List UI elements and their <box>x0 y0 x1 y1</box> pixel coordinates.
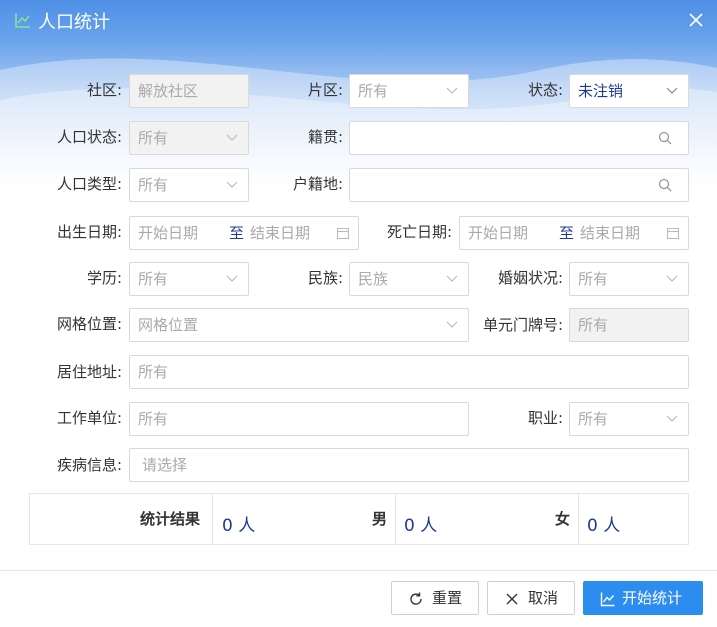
result-female-label: 女 <box>555 510 571 528</box>
unit-number-value: 所有 <box>578 316 609 334</box>
population-type-label: 人口类型: <box>56 175 122 193</box>
status-label: 状态: <box>527 81 563 99</box>
death-date-range[interactable]: 开始日期 至 结束日期 <box>459 216 689 250</box>
result-female-value: 0 人 <box>587 516 621 536</box>
cancel-button[interactable]: 取消 <box>487 581 575 615</box>
district-select[interactable]: 所有 <box>349 74 469 108</box>
start-statistics-label: 开始统计 <box>622 589 683 607</box>
death-date-separator: 至 <box>559 224 575 242</box>
footer-divider <box>0 570 717 571</box>
ethnicity-label: 民族: <box>307 269 343 287</box>
start-statistics-button[interactable]: 开始统计 <box>583 581 703 615</box>
result-male-cell: 0 人 男 <box>213 494 396 544</box>
address-placeholder: 所有 <box>138 363 169 381</box>
occupation-value: 所有 <box>578 410 609 428</box>
education-select[interactable]: 所有 <box>129 262 249 296</box>
chevron-down-icon <box>446 275 458 282</box>
search-icon[interactable] <box>658 178 672 192</box>
household-place-input[interactable] <box>349 168 689 202</box>
population-status-label: 人口状态: <box>56 128 122 146</box>
unit-number-field: 所有 <box>569 308 689 342</box>
marital-status-value: 所有 <box>578 270 609 288</box>
occupation-label: 职业: <box>527 409 563 427</box>
status-value: 未注销 <box>578 82 624 100</box>
grid-location-label: 网格位置: <box>56 315 122 333</box>
search-icon[interactable] <box>658 131 672 145</box>
native-place-label: 籍贯: <box>307 128 343 146</box>
chevron-down-icon <box>446 87 458 94</box>
marital-status-label: 婚姻状况: <box>497 269 563 287</box>
dialog-title: 人口统计 <box>38 12 110 33</box>
result-label: 统计结果 <box>140 510 201 528</box>
district-value: 所有 <box>358 82 389 100</box>
disease-select[interactable]: 请选择 <box>129 448 689 482</box>
population-status-value: 所有 <box>138 129 169 147</box>
death-date-label: 死亡日期: <box>386 223 452 241</box>
chevron-down-icon <box>446 321 458 328</box>
death-date-start[interactable]: 开始日期 <box>468 217 528 249</box>
address-label: 居住地址: <box>56 363 122 381</box>
grid-location-value: 网格位置 <box>138 316 199 334</box>
chevron-down-icon <box>666 275 678 282</box>
result-total-value: 0 人 <box>222 516 256 536</box>
population-status-select: 所有 <box>129 121 249 155</box>
birth-date-start[interactable]: 开始日期 <box>138 217 198 249</box>
birth-date-end[interactable]: 结束日期 <box>250 217 310 249</box>
population-type-select[interactable]: 所有 <box>129 168 249 202</box>
chevron-down-icon <box>226 181 238 188</box>
community-field: 解放社区 <box>129 74 249 108</box>
result-female-value-cell: 0 人 <box>579 494 688 544</box>
result-male-value: 0 人 <box>404 516 438 536</box>
chevron-down-icon <box>226 275 238 282</box>
calendar-icon <box>336 227 350 240</box>
birth-date-label: 出生日期: <box>56 223 122 241</box>
death-date-end[interactable]: 结束日期 <box>580 217 640 249</box>
reset-button[interactable]: 重置 <box>391 581 479 615</box>
ethnicity-value: 民族 <box>358 270 389 288</box>
community-value: 解放社区 <box>138 82 199 100</box>
marital-status-select[interactable]: 所有 <box>569 262 689 296</box>
disease-placeholder: 请选择 <box>142 456 188 474</box>
result-female-cell: 0 人 女 <box>396 494 579 544</box>
cancel-label: 取消 <box>528 589 559 607</box>
result-total-cell: 统计结果 <box>30 494 213 544</box>
status-select[interactable]: 未注销 <box>569 74 689 108</box>
grid-location-select[interactable]: 网格位置 <box>129 308 469 342</box>
line-chart-icon <box>600 592 615 607</box>
education-value: 所有 <box>138 270 169 288</box>
result-male-label: 男 <box>372 510 388 528</box>
workplace-placeholder: 所有 <box>138 410 169 428</box>
unit-number-label: 单元门牌号: <box>482 316 563 334</box>
calendar-icon <box>666 227 680 240</box>
line-chart-icon <box>15 13 30 28</box>
workplace-input[interactable]: 所有 <box>129 402 469 436</box>
disease-label: 疾病信息: <box>56 456 122 474</box>
chevron-down-icon <box>666 415 678 422</box>
address-input[interactable]: 所有 <box>129 355 689 389</box>
household-place-label: 户籍地: <box>292 175 343 193</box>
close-icon[interactable] <box>686 10 706 30</box>
workplace-label: 工作单位: <box>56 409 122 427</box>
occupation-select[interactable]: 所有 <box>569 402 689 436</box>
close-icon <box>506 593 518 605</box>
dialog-title-bar: 人口统计 <box>0 0 717 42</box>
population-type-value: 所有 <box>138 176 169 194</box>
birth-date-range[interactable]: 开始日期 至 结束日期 <box>129 216 359 250</box>
district-label: 片区: <box>307 81 343 99</box>
community-label: 社区: <box>86 81 122 99</box>
birth-date-separator: 至 <box>229 224 245 242</box>
ethnicity-select[interactable]: 民族 <box>349 262 469 296</box>
refresh-icon <box>410 592 422 605</box>
chevron-down-icon <box>666 87 678 94</box>
chevron-down-icon <box>226 134 238 141</box>
native-place-input[interactable] <box>349 121 689 155</box>
statistics-result-panel: 统计结果 0 人 男 0 人 女 0 人 <box>29 493 689 545</box>
education-label: 学历: <box>86 269 122 287</box>
reset-label: 重置 <box>432 589 463 607</box>
